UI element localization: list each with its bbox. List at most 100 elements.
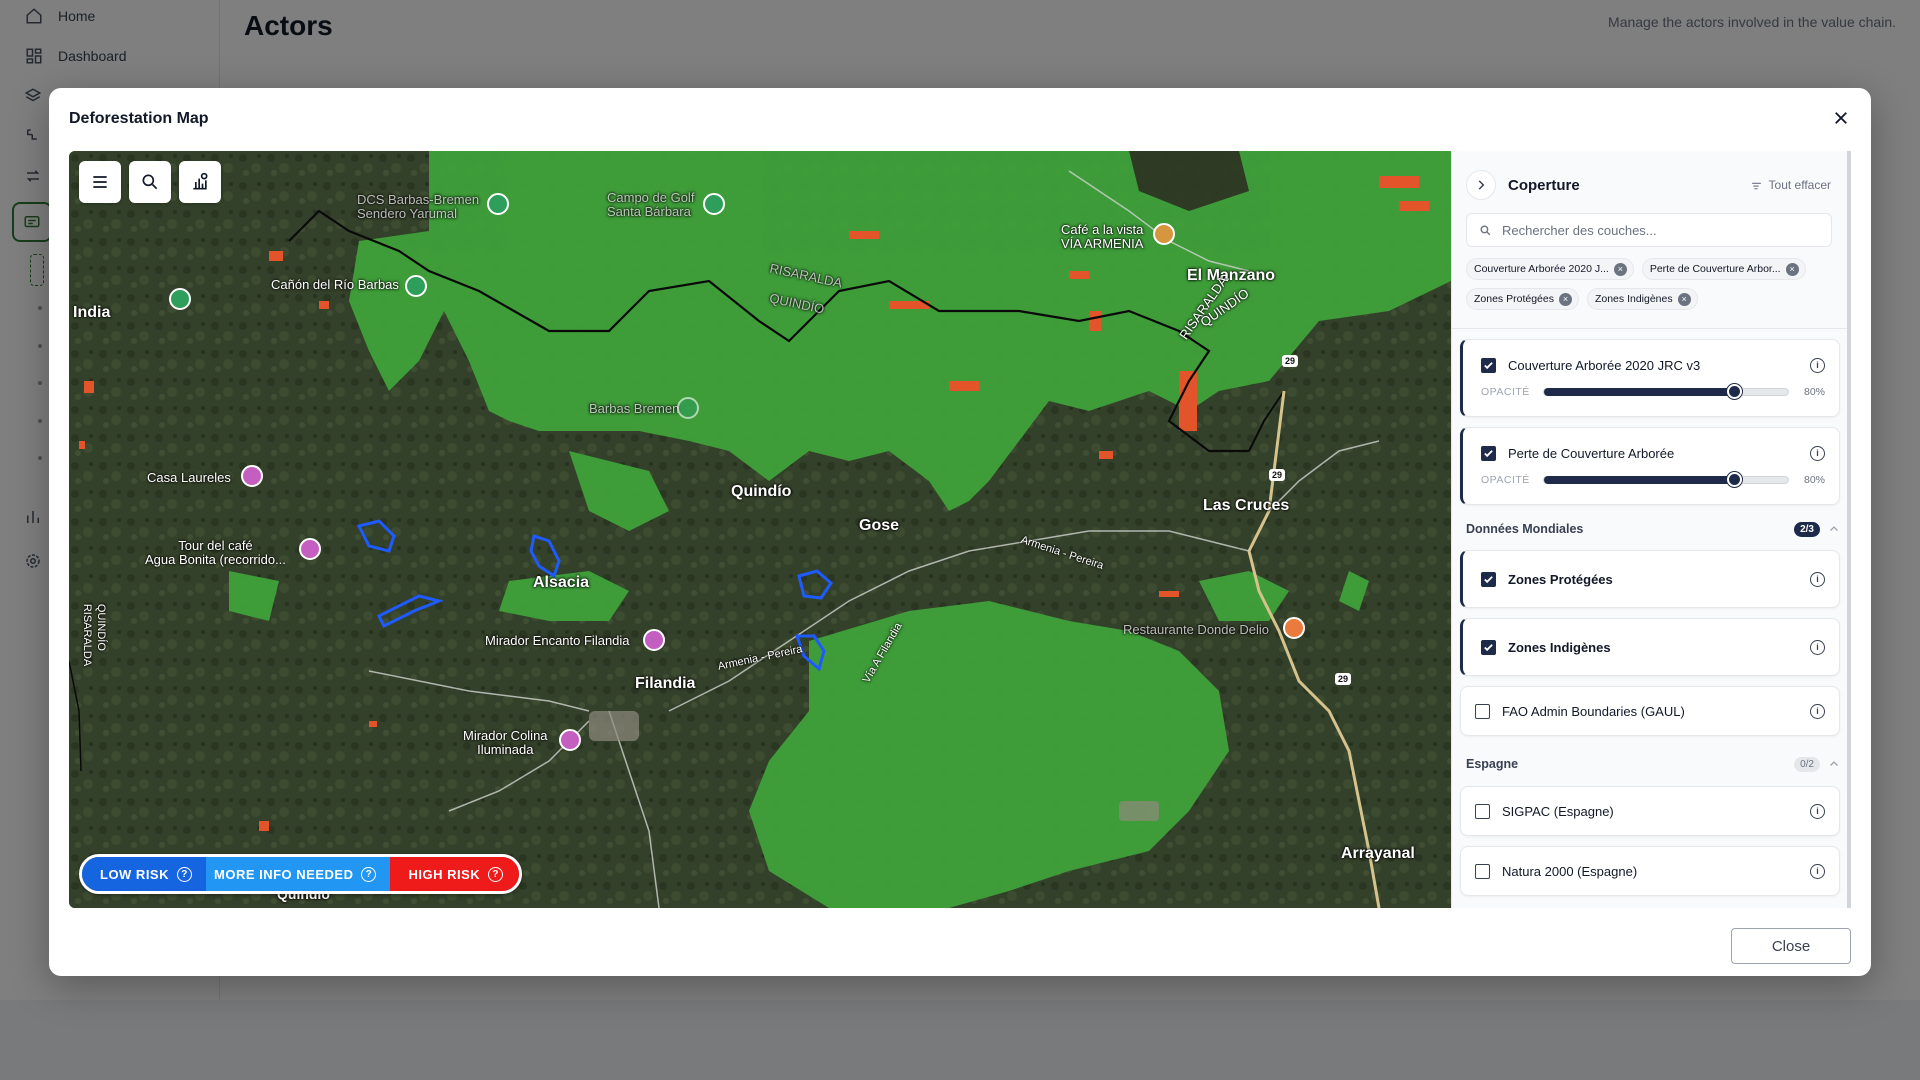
layer-card-tree-cover: Couverture Arborée 2020 JRC v3 i OPACITÉ… xyxy=(1460,339,1840,417)
chevron-up-icon xyxy=(1830,761,1838,766)
map-label: Barbas Bremen xyxy=(589,401,680,416)
opacity-thumb[interactable] xyxy=(1727,472,1743,487)
park-pin-icon[interactable] xyxy=(405,275,427,297)
map-search-button[interactable] xyxy=(129,161,171,203)
check-icon xyxy=(1484,449,1493,457)
map-label: Alsacia xyxy=(533,574,590,591)
info-icon[interactable]: i xyxy=(1810,445,1825,461)
restaurant-pin-icon[interactable] xyxy=(1283,617,1305,639)
layer-chip: Couverture Arborée 2020 J... × xyxy=(1466,258,1634,280)
layer-card-indigenous-zones: Zones Indigènes i xyxy=(1460,618,1840,676)
legend-high-risk[interactable]: HIGH RISK ? xyxy=(390,857,520,891)
close-button[interactable]: Close xyxy=(1731,928,1851,964)
layer-checkbox[interactable] xyxy=(1475,703,1490,719)
legend-low-risk[interactable]: LOW RISK ? xyxy=(82,857,206,891)
map-label: Filandia xyxy=(635,675,696,692)
panel-collapse-button[interactable] xyxy=(1466,170,1496,200)
layer-card-natura-2000: Natura 2000 (Espagne) i xyxy=(1460,846,1840,896)
layer-checkbox[interactable] xyxy=(1481,445,1496,461)
help-icon: ? xyxy=(361,866,377,882)
active-layer-chips: Couverture Arborée 2020 J... × Perte de C… xyxy=(1466,258,1836,310)
park-pin-icon[interactable] xyxy=(169,288,191,310)
modal-title: Deforestation Map xyxy=(69,110,209,127)
satellite-terrain xyxy=(69,151,1451,908)
map-label: Tour del café Agua Bonita (recorrido... xyxy=(145,538,286,567)
map-label: Mirador Colina Iluminada xyxy=(463,728,548,757)
legend-more-info-needed[interactable]: MORE INFO NEEDED ? xyxy=(206,857,391,891)
clear-filter-icon xyxy=(1751,182,1761,189)
clear-all-button[interactable]: Tout effacer xyxy=(1750,178,1831,192)
close-icon[interactable]: × xyxy=(1613,262,1627,276)
close-icon[interactable]: × xyxy=(1558,292,1572,306)
map-label: Casa Laureles xyxy=(147,470,231,485)
panel-header: Coperture Tout effacer xyxy=(1466,169,1837,201)
section-count-badge: 2/3 xyxy=(1794,521,1820,537)
layer-checkbox[interactable] xyxy=(1481,571,1496,587)
map-canvas[interactable]: DCS Barbas-Bremen Sendero Yarumal Campo … xyxy=(69,151,1451,908)
opacity-fill xyxy=(1544,476,1735,484)
road-shield: 29 xyxy=(1282,355,1299,367)
hotel-pin-icon[interactable] xyxy=(241,465,263,487)
section-title: Données Mondiales xyxy=(1466,522,1584,536)
map-label: Quindío xyxy=(731,483,792,500)
layer-checkbox[interactable] xyxy=(1475,863,1490,879)
info-icon[interactable]: i xyxy=(1810,571,1825,587)
modal-close-button[interactable] xyxy=(1827,104,1855,132)
layer-checkbox[interactable] xyxy=(1481,639,1496,655)
golf-pin-icon[interactable] xyxy=(703,193,725,215)
opacity-label: OPACITÉ xyxy=(1481,474,1530,486)
close-icon[interactable]: × xyxy=(1677,292,1691,306)
info-icon[interactable]: i xyxy=(1810,863,1825,879)
close-icon xyxy=(1835,112,1847,124)
opacity-value: 80% xyxy=(1803,474,1825,486)
map-menu-button[interactable] xyxy=(79,161,121,203)
layer-chip: Zones Indigènes × xyxy=(1586,288,1698,310)
cafe-pin-icon[interactable] xyxy=(1153,223,1175,245)
layer-label: Zones Indigènes xyxy=(1508,639,1611,655)
section-spain[interactable]: Espagne 0/2 xyxy=(1466,752,1840,776)
layer-search xyxy=(1466,213,1832,247)
map-label: Cañón del Río Barbas xyxy=(271,277,399,292)
map-label: Café a la vista VÍA ARMENIA xyxy=(1061,222,1144,251)
info-icon[interactable]: i xyxy=(1810,703,1825,719)
park-pin-icon[interactable] xyxy=(677,397,699,419)
map-analytics-button[interactable] xyxy=(179,161,221,203)
section-world-data[interactable]: Données Mondiales 2/3 xyxy=(1466,517,1840,541)
check-icon xyxy=(1484,575,1493,583)
opacity-slider[interactable] xyxy=(1543,472,1789,487)
layer-card-fao-boundaries: FAO Admin Boundaries (GAUL) i xyxy=(1460,686,1840,736)
layer-checkbox[interactable] xyxy=(1475,803,1490,819)
camera-pin-icon[interactable] xyxy=(299,538,321,560)
map-label: Restaurante Donde Delio xyxy=(1123,622,1269,637)
layer-card-protected-zones: Zones Protégées i xyxy=(1460,550,1840,608)
menu-icon xyxy=(93,176,107,188)
map-label: Gose xyxy=(859,517,900,534)
opacity-value: 80% xyxy=(1803,386,1825,398)
layer-label: Zones Protégées xyxy=(1508,571,1613,587)
road-shield: 29 xyxy=(1269,469,1286,481)
layer-label: Natura 2000 (Espagne) xyxy=(1502,863,1638,879)
map-label: Las Cruces xyxy=(1203,497,1290,514)
layer-card-tree-loss: Perte de Couverture Arborée i OPACITÉ 80… xyxy=(1460,427,1840,505)
info-icon[interactable]: i xyxy=(1810,639,1825,655)
layer-checkbox[interactable] xyxy=(1481,357,1496,373)
camera-pin-icon[interactable] xyxy=(643,629,665,651)
layer-label: SIGPAC (Espagne) xyxy=(1502,803,1614,819)
help-icon: ? xyxy=(177,866,192,882)
check-icon xyxy=(1484,361,1493,369)
map-label: Campo de Golf Santa Bárbara xyxy=(607,190,695,219)
road-shield: 29 xyxy=(1335,673,1352,685)
opacity-thumb[interactable] xyxy=(1727,384,1743,399)
info-icon[interactable]: i xyxy=(1810,803,1825,819)
close-icon[interactable]: × xyxy=(1785,262,1799,276)
info-icon[interactable]: i xyxy=(1810,357,1825,373)
opacity-slider[interactable] xyxy=(1543,384,1789,399)
map-label: QUINDÍO RISARALDA xyxy=(81,603,108,667)
help-icon: ? xyxy=(488,866,504,882)
layer-search-input[interactable] xyxy=(1502,222,1822,238)
park-pin-icon[interactable] xyxy=(487,193,509,215)
opacity-label: OPACITÉ xyxy=(1481,386,1530,398)
map-label: Arrayanal xyxy=(1341,845,1415,862)
panel-scrollbar[interactable] xyxy=(1847,151,1851,908)
camera-pin-icon[interactable] xyxy=(559,729,581,751)
